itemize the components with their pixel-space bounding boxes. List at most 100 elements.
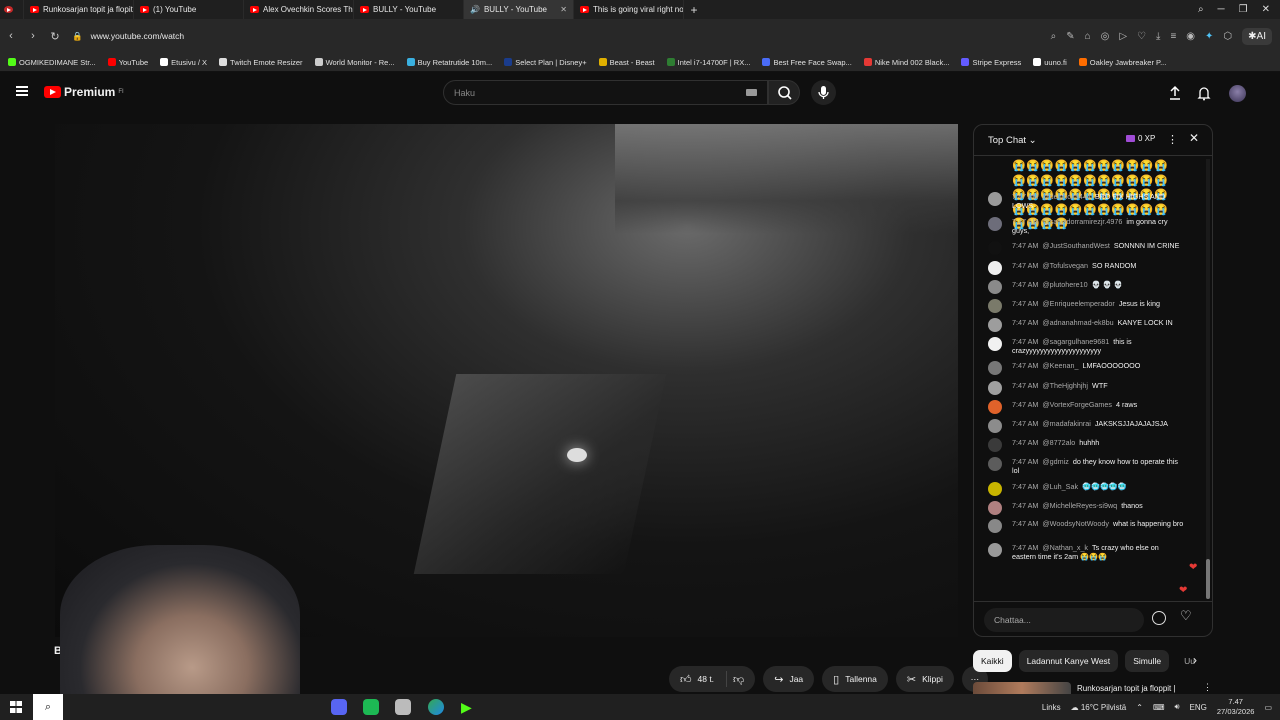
chat-author[interactable]: @delphox3444 — [1042, 192, 1090, 201]
avatar[interactable] — [988, 457, 1002, 471]
avatar[interactable] — [988, 217, 1002, 231]
extension-icon[interactable]: ⌂ — [1085, 31, 1091, 42]
chat-message[interactable]: 7:47 AM @Tofulsvegan SO RANDOM — [988, 261, 1184, 275]
chat-author[interactable]: @JustSouthandWest — [1042, 241, 1110, 250]
bookmark-item[interactable]: Intel i7-14700F | RX... — [666, 58, 750, 67]
close-window-icon[interactable]: ✕ — [1262, 4, 1270, 15]
chat-message[interactable]: 7:47 AM @JustSouthandWest SONNNN IM CRINE — [988, 241, 1184, 255]
chat-author[interactable]: @Enriqueelemperador — [1042, 299, 1114, 308]
chat-menu-icon[interactable]: ⋮ — [1167, 133, 1178, 146]
avatar[interactable] — [988, 192, 1002, 206]
minimize-icon[interactable]: ─ — [1218, 4, 1225, 15]
chip-all[interactable]: Kaikki — [973, 650, 1012, 672]
chat-message[interactable]: 7:47 AM @VortexForgeGames 4 raws — [988, 400, 1184, 414]
more-icon[interactable]: ⋮ — [1203, 682, 1212, 693]
app-icon[interactable] — [395, 699, 411, 715]
chat-author[interactable]: @adnanahmad-ek8bu — [1042, 318, 1113, 327]
reload-icon[interactable]: ↻ — [44, 30, 66, 43]
chat-message[interactable]: 7:47 AM @gdmiz do they know how to operate… — [988, 457, 1184, 475]
play-icon[interactable]: ▷ — [1119, 31, 1127, 42]
chip-for-you[interactable]: Simulle — [1125, 650, 1170, 672]
notification-icon[interactable]: ▭ — [1264, 703, 1272, 712]
search-tabs-icon[interactable]: ⌕ — [1198, 4, 1204, 15]
avatar[interactable] — [988, 261, 1002, 275]
save-button[interactable]: ▯ Tallenna — [822, 666, 888, 692]
ai-button[interactable]: ✱AI — [1242, 27, 1272, 45]
chat-author[interactable]: @8772alo — [1042, 438, 1075, 447]
chat-author[interactable]: @plutohere10 — [1042, 280, 1087, 289]
clip-button[interactable]: ✂ Klippi — [895, 666, 954, 692]
edit-icon[interactable]: ✎ — [1066, 31, 1074, 42]
bookmark-item[interactable]: Oakley Jawbreaker P... — [1078, 58, 1166, 67]
chat-message[interactable]: 7:47 AM @madafakinrai JAKSKSJJAJAJAJSJA — [988, 419, 1184, 433]
avatar[interactable] — [988, 361, 1002, 375]
chat-message[interactable]: 7:47 AM @sagargulhane9681 this is crazyyyy… — [988, 337, 1184, 355]
chat-message[interactable]: 7:47 AM @8772alo huhhh — [988, 438, 1184, 452]
chat-message[interactable]: 7:47 AM @Enriqueelemperador Jesus is king — [988, 299, 1184, 313]
bookmark-item[interactable]: uuno.fi — [1033, 58, 1067, 67]
browser-tab[interactable]: Runkosarjan topit ja flopit — [24, 0, 134, 19]
avatar[interactable] — [988, 241, 1002, 255]
browser-tab[interactable]: This is going viral right no — [574, 0, 684, 19]
bookmark-item[interactable]: Select Plan | Disney+ — [504, 58, 587, 67]
links-toolbar[interactable]: Links — [1042, 703, 1061, 712]
chat-message[interactable]: 7:47 AM @TheHjghhjhj WTF — [988, 381, 1184, 395]
taskbar-search-icon[interactable]: ⌕ — [33, 694, 63, 720]
avatar[interactable] — [988, 501, 1002, 515]
avatar[interactable] — [988, 318, 1002, 332]
chat-author[interactable]: @TheHjghhjhj — [1042, 381, 1088, 390]
bookmark-item[interactable]: Best Free Face Swap... — [762, 58, 852, 67]
heart-icon[interactable]: ♡ — [1180, 608, 1192, 624]
chat-message[interactable]: 7:47 AM @salvadorramirezjr.4976 im gonna c… — [988, 217, 1184, 235]
profile-icon[interactable]: ◉ — [1186, 31, 1195, 42]
new-tab-button[interactable]: + — [684, 3, 704, 17]
browser-tab[interactable]: BULLY - YouTube — [354, 0, 464, 19]
avatar[interactable] — [988, 543, 1002, 557]
account-avatar[interactable] — [1229, 85, 1246, 102]
address-bar[interactable]: 🔒 www.youtube.com/watch — [72, 25, 1012, 47]
browser-tab-active[interactable]: 🔊 BULLY - YouTube ✕ — [464, 0, 574, 19]
chat-author[interactable]: @Luh_Sak — [1042, 482, 1078, 491]
settings-icon[interactable]: ⬡ — [1223, 31, 1232, 42]
chat-mode-dropdown[interactable]: Top Chat ⌄ — [988, 135, 1037, 146]
keyboard-icon[interactable] — [746, 89, 757, 96]
chat-message[interactable]: 7:47 AM @plutohere10 💀 💀 💀 — [988, 280, 1184, 294]
chat-author[interactable]: @Nathan_x_k — [1042, 543, 1088, 552]
bookmark-item[interactable]: Stripe Express — [961, 58, 1021, 67]
avatar[interactable] — [988, 419, 1002, 433]
bookmark-item[interactable]: YouTube — [107, 58, 148, 67]
chat-author[interactable]: @sagargulhane9681 — [1042, 337, 1109, 346]
avatar[interactable] — [988, 337, 1002, 351]
bookmark-item[interactable]: Nike Mind 002 Black... — [863, 58, 949, 67]
avatar[interactable] — [988, 299, 1002, 313]
avatar[interactable] — [988, 519, 1002, 533]
weather-widget[interactable]: ☁ 16°C Pilvistä — [1071, 703, 1127, 712]
share-button[interactable]: ↪ Jaa — [763, 666, 815, 692]
chat-input[interactable]: Chattaa... — [984, 608, 1144, 632]
app-icon[interactable] — [363, 699, 379, 715]
chat-message[interactable]: 7:47 AM @Luh_Sak 🥶🥶🥶🥶🥶 — [988, 482, 1184, 496]
bookmark-item[interactable]: Etusivu / X — [160, 58, 207, 67]
chat-author[interactable]: @WoodsyNotWoody — [1042, 519, 1109, 528]
network-icon[interactable]: ⌨ — [1153, 703, 1165, 712]
bookmark-item[interactable]: World Monitor - Re... — [314, 58, 395, 67]
browser-menu-icon[interactable] — [0, 0, 24, 19]
close-chat-icon[interactable]: ✕ — [1189, 131, 1199, 145]
upload-icon[interactable] — [1167, 85, 1183, 101]
shield-icon[interactable]: ◎ — [1101, 31, 1110, 42]
xp-badge[interactable]: 0 XP — [1126, 134, 1155, 143]
menu-icon[interactable] — [16, 86, 28, 96]
chat-message[interactable]: 7:47 AM @delphox3444 BRO FIX HIGHS AND LOW… — [988, 192, 1184, 210]
search-button[interactable] — [768, 80, 800, 105]
chat-author[interactable]: @Keenan_ — [1042, 361, 1078, 370]
chat-message[interactable]: 7:47 AM @WoodsyNotWoody what is happening … — [988, 519, 1184, 533]
video-thumbnail[interactable] — [973, 682, 1071, 694]
back-icon[interactable]: ‹ — [0, 30, 22, 42]
download-icon[interactable]: ⤓ — [1156, 31, 1160, 42]
search-input[interactable]: Haku — [443, 80, 768, 105]
chat-message[interactable]: 7:47 AM @MichelleReyes-si9wq thanos — [988, 501, 1184, 515]
chip-new[interactable]: Uu — [1176, 650, 1203, 672]
play-app-icon[interactable]: ▶ — [461, 699, 477, 715]
chat-message[interactable]: 7:47 AM @adnanahmad-ek8bu KANYE LOCK IN — [988, 318, 1184, 332]
bookmark-item[interactable]: OGMIKEDIMANE Str... — [8, 58, 96, 67]
